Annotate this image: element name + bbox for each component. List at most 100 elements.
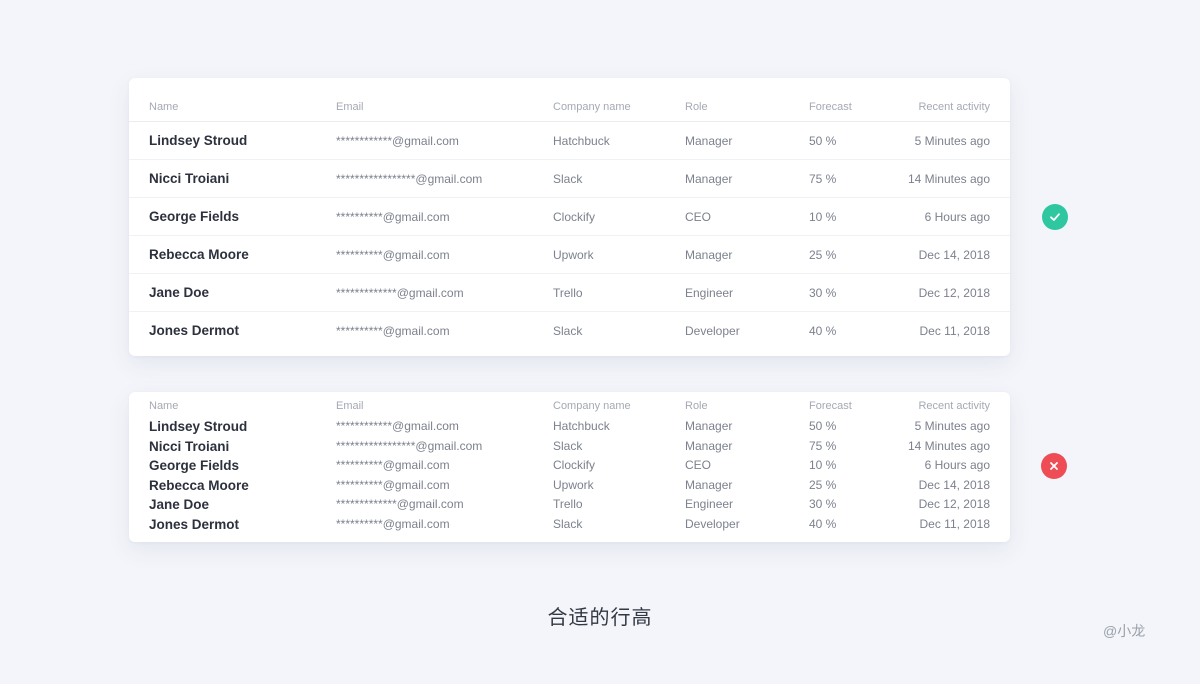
column-header-forecast[interactable]: Forecast bbox=[809, 397, 852, 417]
cell-name: Lindsey Stroud bbox=[149, 419, 248, 434]
cell-activity: Dec 14, 2018 bbox=[918, 477, 990, 492]
cell-email: *****************@gmail.com bbox=[336, 172, 483, 186]
cell-company: Slack bbox=[553, 438, 583, 453]
cell-activity: 5 Minutes ago bbox=[914, 134, 990, 148]
cell-forecast: 10 % bbox=[809, 458, 837, 472]
cell-forecast: 75 % bbox=[809, 438, 837, 453]
cell-activity: Dec 11, 2018 bbox=[919, 516, 991, 531]
column-header-activity[interactable]: Recent activity bbox=[918, 93, 990, 121]
table-row[interactable]: Lindsey Stroud ************@gmail.com Ha… bbox=[129, 121, 1010, 159]
cell-forecast: 10 % bbox=[809, 210, 837, 224]
cell-activity: Dec 14, 2018 bbox=[918, 248, 990, 262]
cell-email: **********@gmail.com bbox=[336, 477, 450, 492]
cell-email: **********@gmail.com bbox=[336, 324, 450, 338]
cell-forecast: 40 % bbox=[809, 516, 837, 531]
table-row[interactable]: Jones Dermot **********@gmail.com Slack … bbox=[129, 311, 1010, 349]
cell-activity: 5 Minutes ago bbox=[914, 419, 990, 433]
cell-activity: Dec 12, 2018 bbox=[918, 497, 990, 511]
table-row[interactable]: Rebecca Moore **********@gmail.com Upwor… bbox=[129, 476, 1010, 496]
cell-forecast: 30 % bbox=[809, 286, 837, 300]
cell-role: Manager bbox=[685, 134, 733, 148]
close-icon bbox=[1041, 453, 1067, 479]
cell-company: Upwork bbox=[553, 477, 594, 492]
cell-forecast: 25 % bbox=[809, 477, 837, 492]
cell-forecast: 50 % bbox=[809, 134, 837, 148]
cell-company: Clockify bbox=[553, 210, 596, 224]
cell-name: George Fields bbox=[149, 209, 240, 224]
table-row[interactable]: Jane Doe *************@gmail.com Trello … bbox=[129, 495, 1010, 515]
cell-role: CEO bbox=[685, 210, 712, 224]
column-header-email[interactable]: Email bbox=[336, 397, 364, 417]
column-header-name[interactable]: Name bbox=[149, 93, 178, 121]
table-header: Name Email Company name Role Forecast Re… bbox=[129, 93, 1010, 121]
cell-email: **********@gmail.com bbox=[336, 210, 450, 224]
cell-company: Slack bbox=[553, 324, 583, 338]
column-header-company[interactable]: Company name bbox=[553, 93, 631, 121]
column-header-company[interactable]: Company name bbox=[553, 397, 631, 417]
table-row[interactable]: Nicci Troiani *****************@gmail.co… bbox=[129, 437, 1010, 457]
cell-activity: 6 Hours ago bbox=[924, 210, 990, 224]
table-header: Name Email Company name Role Forecast Re… bbox=[129, 397, 1010, 417]
cell-name: Rebecca Moore bbox=[149, 247, 249, 262]
cell-company: Slack bbox=[553, 516, 583, 531]
cell-email: **********@gmail.com bbox=[336, 458, 450, 472]
cell-activity: 14 Minutes ago bbox=[907, 172, 990, 186]
column-header-forecast[interactable]: Forecast bbox=[809, 93, 852, 121]
cell-forecast: 25 % bbox=[809, 248, 837, 262]
cell-company: Upwork bbox=[553, 248, 594, 262]
table-row[interactable]: George Fields **********@gmail.com Clock… bbox=[129, 456, 1010, 476]
table-row[interactable]: Jane Doe *************@gmail.com Trello … bbox=[129, 273, 1010, 311]
table-row[interactable]: George Fields **********@gmail.com Clock… bbox=[129, 197, 1010, 235]
cell-name: Jane Doe bbox=[149, 497, 210, 512]
table-cramped-row-height: Name Email Company name Role Forecast Re… bbox=[129, 392, 1010, 542]
cell-company: Slack bbox=[553, 172, 583, 186]
watermark: @小龙 bbox=[1103, 623, 1146, 639]
cell-role: Manager bbox=[685, 172, 733, 186]
cell-name: Rebecca Moore bbox=[149, 477, 249, 493]
cell-name: George Fields bbox=[149, 458, 240, 473]
table-row[interactable]: Jones Dermot **********@gmail.com Slack … bbox=[129, 515, 1010, 535]
table-comfortable-row-height: Name Email Company name Role Forecast Re… bbox=[129, 78, 1010, 356]
cell-company: Hatchbuck bbox=[553, 134, 610, 148]
table-row[interactable]: Rebecca Moore **********@gmail.com Upwor… bbox=[129, 235, 1010, 273]
cell-forecast: 75 % bbox=[809, 172, 837, 186]
cell-activity: 6 Hours ago bbox=[924, 458, 990, 472]
cell-activity: Dec 12, 2018 bbox=[918, 286, 990, 300]
cell-email: ************@gmail.com bbox=[336, 419, 459, 433]
cell-email: *************@gmail.com bbox=[336, 286, 464, 300]
cell-role: Engineer bbox=[685, 286, 734, 300]
cell-role: Manager bbox=[685, 477, 733, 492]
check-icon bbox=[1042, 204, 1068, 230]
table-row[interactable]: Nicci Troiani *****************@gmail.co… bbox=[129, 159, 1010, 197]
cell-role: Developer bbox=[685, 516, 740, 531]
cell-email: *************@gmail.com bbox=[336, 497, 464, 511]
column-header-activity[interactable]: Recent activity bbox=[918, 397, 990, 417]
cell-forecast: 30 % bbox=[809, 497, 837, 511]
cell-name: Jane Doe bbox=[149, 285, 210, 300]
cell-role: Engineer bbox=[685, 497, 734, 511]
cell-email: **********@gmail.com bbox=[336, 248, 450, 262]
cell-role: CEO bbox=[685, 458, 712, 472]
cell-role: Manager bbox=[685, 419, 733, 433]
cell-activity: 14 Minutes ago bbox=[907, 438, 990, 453]
cell-forecast: 50 % bbox=[809, 419, 837, 433]
cell-email: *****************@gmail.com bbox=[336, 438, 483, 453]
cell-name: Jones Dermot bbox=[149, 516, 240, 532]
column-header-email[interactable]: Email bbox=[336, 93, 364, 121]
cell-activity: Dec 11, 2018 bbox=[919, 324, 991, 338]
cell-role: Manager bbox=[685, 248, 733, 262]
cell-email: ************@gmail.com bbox=[336, 134, 459, 148]
cell-name: Nicci Troiani bbox=[149, 171, 230, 186]
cell-role: Manager bbox=[685, 438, 733, 453]
column-header-role[interactable]: Role bbox=[685, 397, 708, 417]
cell-company: Trello bbox=[553, 286, 583, 300]
column-header-name[interactable]: Name bbox=[149, 397, 178, 417]
cell-company: Clockify bbox=[553, 458, 596, 472]
table-row[interactable]: Lindsey Stroud ************@gmail.com Ha… bbox=[129, 417, 1010, 437]
cell-role: Developer bbox=[685, 324, 740, 338]
cell-company: Trello bbox=[553, 497, 583, 511]
cell-company: Hatchbuck bbox=[553, 419, 610, 433]
column-header-role[interactable]: Role bbox=[685, 93, 708, 121]
cell-name: Nicci Troiani bbox=[149, 438, 230, 454]
cell-name: Lindsey Stroud bbox=[149, 133, 248, 148]
